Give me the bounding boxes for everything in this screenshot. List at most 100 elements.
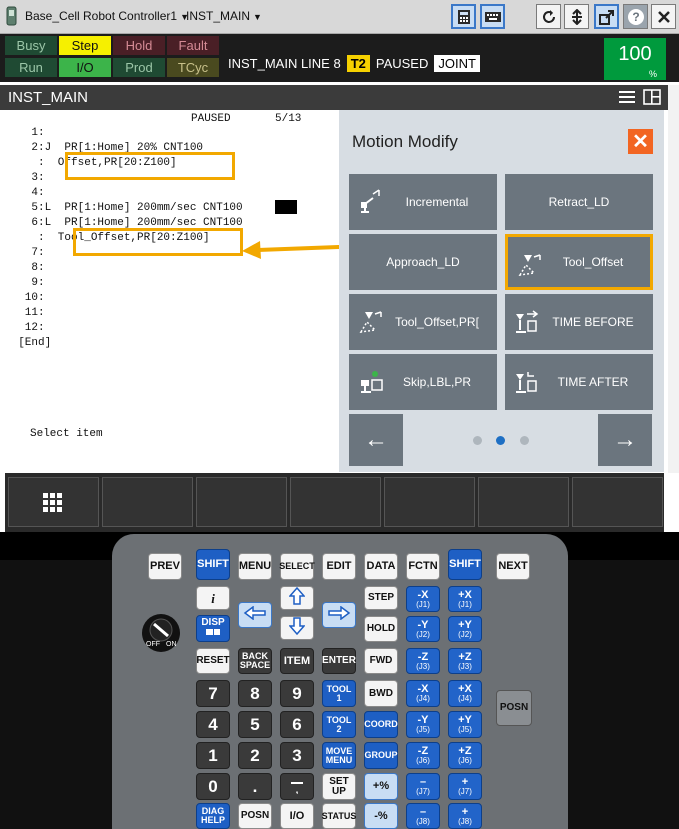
jog-plus-j7-key[interactable]: + (J7): [448, 773, 482, 800]
digit-8-key[interactable]: 8: [238, 680, 272, 707]
jog-minus-rz-key[interactable]: -Z (J6): [406, 742, 440, 769]
item-key[interactable]: ITEM: [280, 648, 314, 674]
menu-icon[interactable]: [619, 89, 635, 110]
retract-ld-button[interactable]: Retract_LD: [505, 174, 653, 230]
select-key[interactable]: SELECT: [279, 553, 315, 580]
arrow-down-key[interactable]: [280, 616, 314, 640]
edit-key[interactable]: EDIT: [322, 553, 356, 580]
program-line[interactable]: 11:: [5, 306, 45, 320]
diag-help-key[interactable]: DIAG HELP: [196, 803, 230, 829]
next-key[interactable]: NEXT: [496, 553, 530, 580]
decimal-key[interactable]: .: [238, 773, 272, 800]
jog-minus-j8-key[interactable]: – (J8): [406, 803, 440, 829]
disp-key[interactable]: DISP: [196, 615, 230, 642]
step-key[interactable]: STEP: [364, 586, 398, 610]
setup-key[interactable]: SET UP: [322, 773, 356, 800]
tool2-key[interactable]: TOOL 2: [322, 711, 356, 738]
status-key[interactable]: STATUS: [322, 803, 356, 829]
bwd-key[interactable]: BWD: [364, 680, 398, 707]
program-line[interactable]: 4:: [5, 186, 44, 200]
jog-plus-y-key[interactable]: +Y (J2): [448, 616, 482, 642]
digit-0-key[interactable]: 0: [196, 773, 230, 800]
program-line[interactable]: 12:: [5, 321, 45, 335]
override-speed[interactable]: 100 %: [604, 38, 666, 80]
page-dot[interactable]: [473, 436, 482, 445]
softkey-next[interactable]: [572, 477, 663, 527]
program-line[interactable]: 9:: [5, 276, 44, 290]
softkey-f2[interactable]: [196, 477, 287, 527]
external-link-icon[interactable]: [594, 4, 619, 29]
grid-menu-button[interactable]: [8, 477, 99, 527]
prev-page-button[interactable]: ←: [349, 414, 403, 466]
page-dot-active[interactable]: [496, 436, 505, 445]
digit-6-key[interactable]: 6: [280, 711, 314, 738]
io-key[interactable]: I/O: [280, 803, 314, 829]
time-before-button[interactable]: TIME BEFORE: [505, 294, 653, 350]
info-key[interactable]: i: [196, 586, 230, 610]
breadcrumb-cell[interactable]: Base_Cell: [25, 9, 80, 23]
program-line[interactable]: 1:: [5, 126, 44, 140]
refresh-icon[interactable]: [536, 4, 561, 29]
program-line[interactable]: 7:: [5, 246, 44, 260]
program-line[interactable]: 8:: [5, 261, 44, 275]
program-line[interactable]: 5:L PR[1:Home] 200mm/sec CNT100: [5, 201, 242, 215]
hold-key[interactable]: HOLD: [364, 616, 398, 642]
speed-up-key[interactable]: +%: [364, 773, 398, 800]
skip-lbl-pr-button[interactable]: Skip,LBL,PR: [349, 354, 497, 410]
menu-key[interactable]: MENU: [238, 553, 272, 580]
jog-plus-z-key[interactable]: +Z (J3): [448, 648, 482, 674]
keyboard-icon[interactable]: [480, 4, 505, 29]
time-after-button[interactable]: TIME AFTER: [505, 354, 653, 410]
softkey-f5[interactable]: [478, 477, 569, 527]
tool-offset-button[interactable]: Tool_Offset: [505, 234, 653, 290]
jog-minus-z-key[interactable]: -Z (J3): [406, 648, 440, 674]
incremental-button[interactable]: Incremental: [349, 174, 497, 230]
shift-key-right[interactable]: SHIFT: [448, 549, 482, 580]
fctn-key[interactable]: FCTN: [406, 553, 440, 580]
program-line[interactable]: [End]: [5, 336, 51, 350]
jog-plus-x-key[interactable]: +X (J1): [448, 586, 482, 612]
next-page-button[interactable]: →: [598, 414, 652, 466]
digit-3-key[interactable]: 3: [280, 742, 314, 769]
jog-minus-y-key[interactable]: -Y (J2): [406, 616, 440, 642]
digit-1-key[interactable]: 1: [196, 742, 230, 769]
arrow-left-key[interactable]: [238, 602, 272, 628]
digit-4-key[interactable]: 4: [196, 711, 230, 738]
tool1-key[interactable]: TOOL 1: [322, 680, 356, 707]
posn-side-key[interactable]: POSN: [496, 690, 532, 726]
close-icon[interactable]: ✕: [628, 129, 653, 154]
jog-plus-ry-key[interactable]: +Y (J5): [448, 711, 482, 738]
approach-ld-button[interactable]: Approach_LD: [349, 234, 497, 290]
enter-key[interactable]: ENTER: [322, 648, 356, 674]
arrow-up-key[interactable]: [280, 586, 314, 610]
digit-7-key[interactable]: 7: [196, 680, 230, 707]
move-menu-key[interactable]: MOVE MENU: [322, 742, 356, 769]
fwd-key[interactable]: FWD: [364, 648, 398, 674]
posn-key[interactable]: POSN: [238, 803, 272, 829]
digit-2-key[interactable]: 2: [238, 742, 272, 769]
jog-minus-j7-key[interactable]: – (J7): [406, 773, 440, 800]
breadcrumb-controller[interactable]: Robot Controller1 ▼: [83, 9, 189, 23]
help-icon[interactable]: ?: [623, 4, 648, 29]
prev-key[interactable]: PREV: [148, 553, 182, 580]
jog-plus-rz-key[interactable]: +Z (J6): [448, 742, 482, 769]
program-listing[interactable]: PAUSED 5/13 1: 2:J PR[1:Home] 20% CNT100…: [5, 110, 339, 472]
softkey-f1[interactable]: [102, 477, 193, 527]
softkey-f3[interactable]: [290, 477, 381, 527]
jog-plus-j8-key[interactable]: + (J8): [448, 803, 482, 829]
backspace-key[interactable]: BACK SPACE: [238, 648, 272, 674]
digit-9-key[interactable]: 9: [280, 680, 314, 707]
data-key[interactable]: DATA: [364, 553, 398, 580]
jog-minus-ry-key[interactable]: -Y (J5): [406, 711, 440, 738]
program-line[interactable]: 10:: [5, 291, 45, 305]
arrow-right-key[interactable]: [322, 602, 356, 628]
close-icon[interactable]: [651, 4, 676, 29]
split-view-icon[interactable]: [643, 89, 661, 110]
shift-key-left[interactable]: SHIFT: [196, 549, 230, 580]
jog-minus-rx-key[interactable]: -X (J4): [406, 680, 440, 707]
program-line[interactable]: 3:: [5, 171, 44, 185]
coord-key[interactable]: COORD: [364, 711, 398, 738]
group-key[interactable]: GROUP: [364, 742, 398, 769]
minus-comma-key[interactable]: ,: [280, 773, 314, 800]
speed-down-key[interactable]: -%: [364, 803, 398, 829]
